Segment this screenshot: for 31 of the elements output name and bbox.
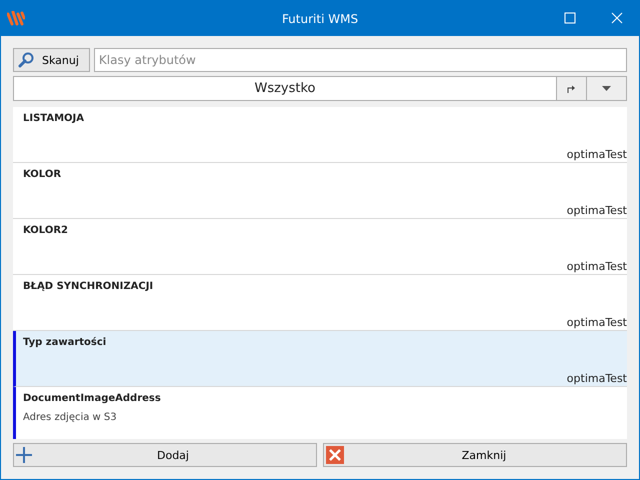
close-button[interactable]: Zamknij [323, 443, 627, 467]
list-item[interactable]: LISTAMOJA optimaTest [13, 107, 627, 163]
add-button[interactable]: Dodaj [13, 443, 317, 467]
item-title: DocumentImageAddress [23, 393, 162, 404]
item-title: LISTAMOJA [23, 113, 85, 124]
item-owner: optimaTest [566, 372, 627, 385]
item-owner: optimaTest [566, 316, 627, 329]
search-field[interactable]: Klasy atrybutów [94, 48, 627, 72]
item-owner: optimaTest [566, 260, 627, 273]
list-item[interactable]: KOLOR optimaTest [13, 163, 627, 219]
item-title: KOLOR2 [23, 225, 69, 236]
item-title: KOLOR [23, 169, 62, 180]
arrow-icon [567, 84, 576, 92]
item-owner: optimaTest [566, 204, 627, 217]
item-description: Adres zdjęcia w S3 [23, 412, 118, 423]
logo-icon [7, 10, 25, 26]
item-title: BŁĄD SYNCHRONIZACJI [23, 281, 154, 292]
item-title: Typ zawartości [23, 337, 108, 348]
redirect-button[interactable] [556, 77, 586, 100]
dropdown-button[interactable] [586, 77, 626, 100]
window-title: Futuriti WMS [282, 12, 358, 26]
list-item[interactable]: KOLOR2 optimaTest [13, 219, 627, 275]
close-icon[interactable] [611, 12, 623, 24]
close-icon [326, 446, 344, 464]
maximize-icon[interactable] [564, 12, 576, 24]
item-owner: optimaTest [566, 148, 627, 161]
plus-icon [16, 447, 32, 463]
scan-button[interactable]: Skanuj [13, 48, 90, 72]
search-icon [18, 52, 34, 68]
list-item[interactable]: Typ zawartości optimaTest [13, 331, 627, 387]
caret-icon [602, 86, 611, 91]
